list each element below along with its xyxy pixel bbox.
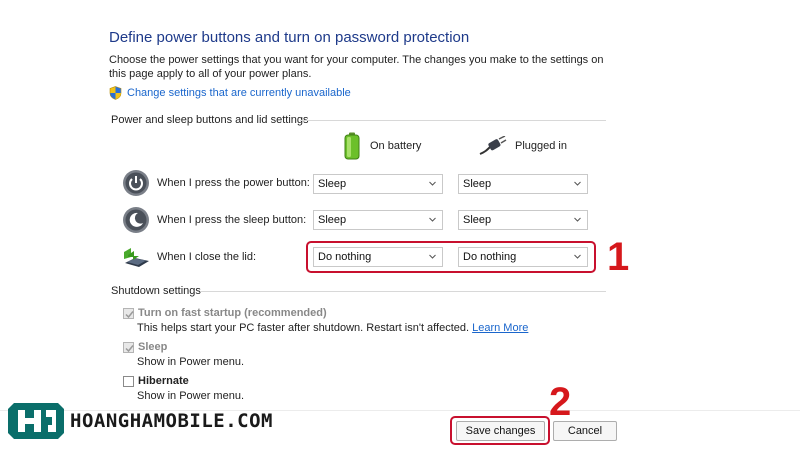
col-on-battery: On battery <box>342 132 421 160</box>
sleep-option-label: Sleep <box>138 341 168 353</box>
section-power-label: Power and sleep buttons and lid settings <box>111 114 309 126</box>
fast-startup-option: Turn on fast startup (recommended) <box>123 307 327 319</box>
chevron-down-icon <box>429 181 436 186</box>
sleep-checkbox[interactable] <box>123 342 134 353</box>
change-settings-link[interactable]: Change settings that are currently unava… <box>109 86 351 100</box>
hibernate-option: Hibernate <box>123 375 189 387</box>
select-value: Sleep <box>318 178 347 190</box>
section-shutdown-label: Shutdown settings <box>111 285 201 297</box>
select-value: Sleep <box>463 178 492 190</box>
brand-watermark-text: HOANGHAMOBILE.COM <box>70 410 273 432</box>
col-plugged-in-label: Plugged in <box>515 140 567 152</box>
col-plugged-in: Plugged in <box>479 136 567 156</box>
section-divider <box>300 120 606 121</box>
battery-icon <box>344 132 360 160</box>
hibernate-option-label: Hibernate <box>138 375 189 387</box>
chevron-down-icon <box>574 217 581 222</box>
fast-startup-label: Turn on fast startup (recommended) <box>138 307 327 319</box>
fast-startup-description-text: This helps start your PC faster after sh… <box>137 322 470 334</box>
checkmark-icon <box>125 345 134 353</box>
sleep-button-plugged-select[interactable]: Sleep <box>458 210 588 230</box>
sleep-option-description: Show in Power menu. <box>137 356 244 368</box>
page-title: Define power buttons and turn on passwor… <box>109 29 470 46</box>
page-description: Choose the power settings that you want … <box>109 54 604 80</box>
col-on-battery-label: On battery <box>370 140 422 152</box>
fast-startup-description: This helps start your PC faster after sh… <box>137 322 528 334</box>
sleep-button-icon <box>123 207 149 233</box>
annotation-highlight-lid <box>306 241 596 273</box>
change-settings-link-label[interactable]: Change settings that are currently unava… <box>127 87 351 99</box>
brand-watermark: HOANGHAMOBILE.COM <box>8 401 273 441</box>
select-value: Sleep <box>463 214 492 226</box>
annotation-step-2: 2 <box>549 380 572 424</box>
checkmark-icon <box>125 311 134 319</box>
select-value: Sleep <box>318 214 347 226</box>
chevron-down-icon <box>574 181 581 186</box>
learn-more-link[interactable]: Learn More <box>472 322 528 334</box>
section-divider <box>200 291 606 292</box>
power-button-icon <box>123 170 149 196</box>
power-plug-icon <box>479 136 507 155</box>
fast-startup-checkbox[interactable] <box>123 308 134 319</box>
hoanghamobile-logo-icon <box>8 403 64 439</box>
uac-shield-icon <box>109 86 122 100</box>
annotation-highlight-save <box>450 416 550 445</box>
row-sleep-button-label: When I press the sleep button: <box>157 214 307 226</box>
chevron-down-icon <box>429 217 436 222</box>
row-close-lid: When I close the lid: <box>122 243 256 271</box>
power-button-plugged-select[interactable]: Sleep <box>458 174 588 194</box>
row-power-button-label: When I press the power button: <box>157 177 310 189</box>
row-power-button: When I press the power button: <box>122 169 310 197</box>
sleep-option: Sleep <box>123 341 167 353</box>
annotation-step-1: 1 <box>607 235 630 279</box>
sleep-button-battery-select[interactable]: Sleep <box>313 210 443 230</box>
cancel-button[interactable]: Cancel <box>553 421 617 441</box>
row-sleep-button: When I press the sleep button: <box>122 206 306 234</box>
laptop-lid-icon <box>124 248 149 267</box>
row-close-lid-label: When I close the lid: <box>157 251 257 263</box>
hibernate-checkbox[interactable] <box>123 376 134 387</box>
power-button-battery-select[interactable]: Sleep <box>313 174 443 194</box>
